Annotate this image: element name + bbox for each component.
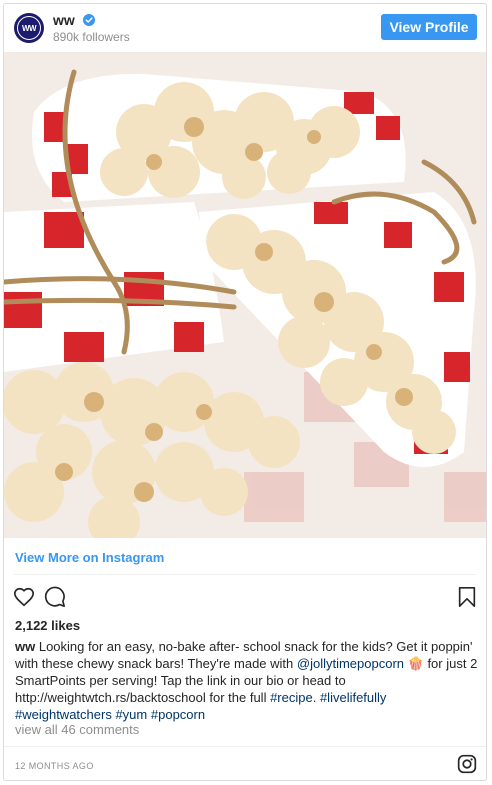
popcorn-emoji-icon: 🍿	[407, 656, 424, 671]
username[interactable]: ww	[53, 12, 75, 28]
bookmark-icon[interactable]	[457, 586, 477, 608]
avatar-text: WW	[21, 23, 37, 33]
avatar[interactable]: WW	[14, 13, 44, 43]
heart-icon[interactable]	[13, 586, 35, 608]
post-timestamp[interactable]: 12 MONTHS AGO	[15, 761, 94, 771]
post-caption: ww Looking for an easy, no-bake after- s…	[15, 638, 481, 723]
like-count[interactable]: 2,122 likes	[15, 618, 80, 633]
view-comments-link[interactable]: view all 46 comments	[15, 722, 139, 737]
view-profile-button[interactable]: View Profile	[381, 14, 477, 40]
view-more-link[interactable]: View More on Instagram	[15, 550, 164, 565]
post-header: WW ww 890k followers View Profile	[4, 4, 486, 52]
hashtag-link[interactable]: #recipe	[270, 690, 313, 705]
hashtag-link[interactable]: #popcorn	[151, 707, 205, 722]
hashtag-link[interactable]: #weightwatchers	[15, 707, 112, 722]
caption-text: Looking for an easy, no-bake after- scho…	[15, 639, 473, 671]
divider	[14, 574, 476, 575]
caption-username[interactable]: ww	[15, 639, 35, 654]
action-bar	[4, 582, 486, 612]
instagram-embed-card: WW ww 890k followers View Profile View M…	[3, 3, 487, 781]
comment-icon[interactable]	[44, 586, 66, 608]
hashtag-link[interactable]: #yum	[115, 707, 147, 722]
mention-link[interactable]: @jollytimepopcorn	[297, 656, 404, 671]
post-image[interactable]	[4, 52, 486, 538]
account-info: ww 890k followers	[53, 12, 130, 44]
avatar-logo: WW	[17, 16, 41, 40]
hashtag-link[interactable]: #livelifefully	[320, 690, 386, 705]
divider	[4, 746, 486, 747]
follower-count: 890k followers	[53, 30, 130, 44]
popcorn-snack-bars-photo	[4, 52, 486, 538]
instagram-icon[interactable]	[457, 754, 477, 774]
caption-text: .	[312, 690, 320, 705]
verified-badge-icon	[82, 14, 95, 26]
